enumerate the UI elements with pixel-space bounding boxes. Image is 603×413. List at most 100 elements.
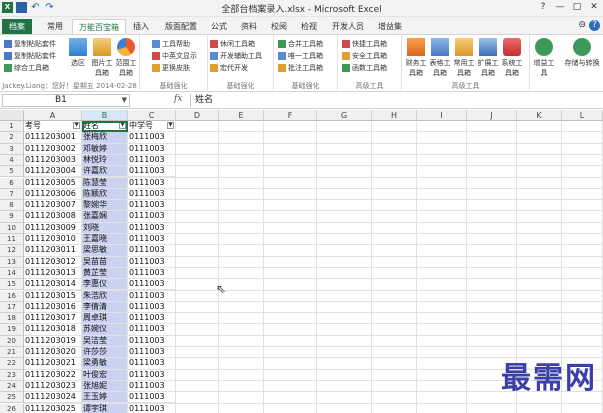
row-header[interactable]: 17	[0, 301, 24, 314]
table-cell[interactable]: 0111003	[128, 313, 176, 325]
row-header[interactable]: 7	[0, 188, 24, 201]
row-header[interactable]: 15	[0, 279, 24, 291]
table-cell[interactable]: 0111203018	[24, 324, 82, 336]
table-cell[interactable]: 0111203010	[24, 234, 82, 246]
header-cell-a[interactable]: 考号 ▼	[24, 121, 82, 133]
column-header-k[interactable]: K	[517, 110, 562, 121]
table-cell[interactable]: 0111203004	[24, 166, 82, 178]
column-header-h[interactable]: H	[372, 110, 417, 121]
table-cell[interactable]: 0111203005	[24, 177, 82, 189]
tab-review[interactable]: 校阅	[266, 19, 292, 34]
table-cell[interactable]: 0111003	[128, 188, 176, 201]
table-cell[interactable]: 吴苗苗	[82, 256, 128, 268]
table-cell[interactable]: 0111003	[128, 403, 176, 413]
column-header-g[interactable]: G	[317, 110, 372, 121]
table-cell[interactable]: 0111203022	[24, 369, 82, 381]
filter-dropdown-icon[interactable]: ▼	[73, 122, 80, 129]
tab-addins[interactable]: 增益集	[372, 19, 408, 34]
row-header[interactable]: 19	[0, 324, 24, 336]
filter-dropdown-icon[interactable]: ▼	[119, 122, 126, 129]
row-header[interactable]: 25	[0, 392, 24, 404]
close-button[interactable]: ✕	[587, 1, 601, 14]
store-convert-button[interactable]: 存储与转换	[564, 38, 600, 68]
name-box[interactable]: B1 ▼	[2, 94, 130, 107]
table-cell[interactable]: 0111203003	[24, 154, 82, 167]
select-range-button[interactable]: 选区	[66, 38, 90, 68]
table-cell[interactable]: 王嘉晓	[82, 234, 128, 246]
addin-tools-button[interactable]: 增益工具	[532, 38, 556, 78]
chevron-down-icon[interactable]: ▼	[122, 95, 127, 106]
table-cell[interactable]: 黄芷莹	[82, 267, 128, 280]
ribbon-item[interactable]: 复制粘贴套件	[4, 39, 56, 49]
table-tools-button[interactable]: 表格工具箱	[428, 38, 452, 78]
table-cell[interactable]: 0111003	[128, 324, 176, 336]
row-header[interactable]: 10	[0, 222, 24, 234]
tab-view[interactable]: 检视	[296, 19, 322, 34]
tab-toolbox[interactable]: 万能百宝箱	[72, 19, 126, 34]
table-cell[interactable]: 0111203007	[24, 200, 82, 212]
table-cell[interactable]: 0111203009	[24, 222, 82, 234]
table-cell[interactable]: 张旭妮	[82, 380, 128, 393]
ribbon-item[interactable]: 综合工具箱	[4, 63, 49, 73]
table-cell[interactable]: 刘晓	[82, 222, 128, 234]
table-cell[interactable]: 0111203011	[24, 245, 82, 257]
table-cell[interactable]: 0111003	[128, 200, 176, 212]
tab-formulas[interactable]: 公式	[206, 19, 232, 34]
table-cell[interactable]: 0111003	[128, 256, 176, 268]
table-cell[interactable]: 梁思敏	[82, 245, 128, 257]
table-cell[interactable]: 0111203020	[24, 347, 82, 359]
worksheet-grid[interactable]: ABCDEFGHIJKLM1考号▼姓名▼中学号▼20111203001张梅欣01…	[0, 110, 603, 413]
ribbon-item[interactable]: 批注工具箱	[278, 63, 323, 73]
extension-tools-button[interactable]: 扩展工具箱	[476, 38, 500, 78]
table-cell[interactable]: 0111003	[128, 154, 176, 167]
row-header[interactable]: 1	[0, 121, 24, 133]
column-header-b[interactable]: B	[82, 110, 128, 121]
table-cell[interactable]: 陈颖欣	[82, 188, 128, 201]
header-cell-b[interactable]: 姓名 ▼	[82, 121, 128, 133]
table-cell[interactable]: 0111003	[128, 211, 176, 223]
table-cell[interactable]: 0111203015	[24, 290, 82, 302]
row-header[interactable]: 9	[0, 211, 24, 223]
ribbon-item[interactable]: 开发辅助工具	[210, 51, 262, 61]
function-icon[interactable]: fx	[174, 94, 182, 104]
table-cell[interactable]: 0111003	[128, 347, 176, 359]
ribbon-item[interactable]: 更换皮肤	[152, 63, 190, 73]
select-all-corner[interactable]	[0, 110, 24, 121]
ribbon-item[interactable]: 函数工具箱	[342, 63, 387, 73]
range-tools-button[interactable]: 范围工具箱	[114, 38, 138, 78]
row-header[interactable]: 8	[0, 200, 24, 212]
tab-data[interactable]: 资料	[236, 19, 262, 34]
ribbon-item[interactable]: 合并工具箱	[278, 39, 323, 49]
table-cell[interactable]: 林悦玲	[82, 154, 128, 167]
table-cell[interactable]: 0111003	[128, 301, 176, 314]
table-cell[interactable]: 0111003	[128, 380, 176, 393]
table-cell[interactable]: 0111203001	[24, 132, 82, 144]
ribbon-minimize-icon[interactable]: ⊝	[578, 20, 586, 31]
help-window-button[interactable]: ?	[536, 1, 550, 14]
minimize-button[interactable]: —	[553, 1, 567, 14]
column-header-f[interactable]: F	[264, 110, 317, 121]
common-tools-button[interactable]: 常用工具箱	[452, 38, 476, 78]
table-cell[interactable]: 周卓琪	[82, 313, 128, 325]
row-header[interactable]: 24	[0, 380, 24, 393]
row-header[interactable]: 6	[0, 177, 24, 189]
tab-developer[interactable]: 开发人员	[326, 19, 370, 34]
table-cell[interactable]: 0111003	[128, 358, 176, 370]
table-cell[interactable]: 李惠仪	[82, 279, 128, 291]
ribbon-item[interactable]: 工具帮助	[152, 39, 190, 49]
row-header[interactable]: 12	[0, 245, 24, 257]
column-header-d[interactable]: D	[176, 110, 219, 121]
ribbon-item[interactable]: 安全工具箱	[342, 51, 387, 61]
table-cell[interactable]: 谭宇琪	[82, 403, 128, 413]
table-cell[interactable]: 陈慧莹	[82, 177, 128, 189]
table-cell[interactable]: 吴洁莹	[82, 335, 128, 347]
column-header-l[interactable]: L	[562, 110, 603, 121]
table-cell[interactable]: 许嘉欣	[82, 166, 128, 178]
table-cell[interactable]: 梁勇敏	[82, 358, 128, 370]
table-cell[interactable]: 0111003	[128, 245, 176, 257]
table-cell[interactable]: 李倩清	[82, 301, 128, 314]
row-header[interactable]: 14	[0, 267, 24, 280]
row-header[interactable]: 5	[0, 166, 24, 178]
ribbon-item[interactable]: 宏代开发	[210, 63, 248, 73]
table-cell[interactable]: 0111203006	[24, 188, 82, 201]
